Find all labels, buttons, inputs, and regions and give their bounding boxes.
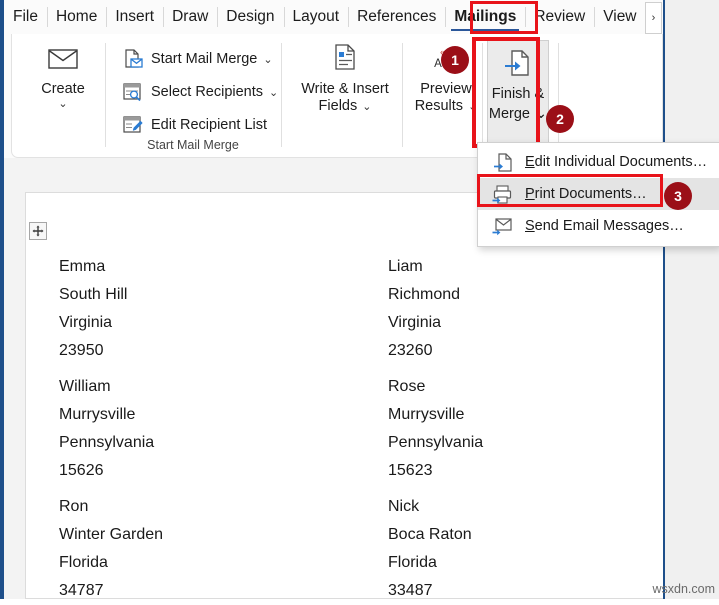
address-block: Emma South Hill Virginia 23950 bbox=[59, 253, 127, 365]
tab-label: Insert bbox=[115, 8, 155, 25]
address-state: Pennsylvania bbox=[388, 434, 484, 451]
address-block: Liam Richmond Virginia 23260 bbox=[388, 253, 460, 365]
address-name: Rose bbox=[388, 378, 426, 395]
tab-layout[interactable]: Layout bbox=[283, 0, 349, 34]
write-insert-fields-button[interactable]: Write & Insert Fields ⌄ bbox=[289, 44, 401, 115]
finish-merge-highlight-box bbox=[472, 37, 540, 148]
tab-label: Draw bbox=[172, 8, 209, 25]
menu-item-label: Edit Individual Documents… bbox=[525, 154, 708, 170]
ribbon-content-area: Create ⌄ Start Mail Merge ⌄ Select Recip… bbox=[11, 34, 663, 158]
address-name: Liam bbox=[388, 258, 423, 275]
address-state: Virginia bbox=[388, 314, 442, 331]
create-label: Create bbox=[41, 81, 85, 97]
tab-label: Home bbox=[55, 8, 98, 25]
write-insert-fields-label-line2: Fields ⌄ bbox=[318, 98, 372, 114]
start-mail-merge-button[interactable]: Start Mail Merge ⌄ bbox=[122, 45, 273, 73]
badge-number: 2 bbox=[556, 111, 564, 127]
address-zip: 23950 bbox=[59, 342, 104, 359]
address-state: Florida bbox=[59, 554, 108, 571]
address-block: Nick Boca Raton Florida 33487 bbox=[388, 493, 472, 605]
word-application-window: File Home Insert Draw Design Layout Refe… bbox=[0, 0, 719, 599]
address-city: Winter Garden bbox=[59, 526, 164, 543]
tab-label: Review bbox=[534, 8, 586, 25]
watermark: wsxdn.com bbox=[652, 582, 715, 596]
address-zip: 23260 bbox=[388, 342, 433, 359]
address-zip: 34787 bbox=[59, 582, 104, 599]
group-separator bbox=[105, 43, 106, 147]
select-recipients-label: Select Recipients bbox=[151, 84, 264, 100]
tab-home[interactable]: Home bbox=[46, 0, 106, 34]
address-zip: 15626 bbox=[59, 462, 104, 479]
start-mail-merge-icon bbox=[122, 48, 144, 70]
badge-number: 3 bbox=[674, 188, 682, 204]
address-name: Nick bbox=[388, 498, 420, 515]
tab-references[interactable]: References bbox=[348, 0, 445, 34]
address-block: William Murrysville Pennsylvania 15626 bbox=[59, 373, 154, 485]
window-right-border bbox=[663, 0, 665, 599]
badge-number: 1 bbox=[451, 52, 459, 68]
start-mail-merge-label: Start Mail Merge bbox=[151, 51, 258, 67]
address-city: Murrysville bbox=[59, 406, 136, 423]
chevron-right-glyph: › bbox=[651, 12, 656, 24]
print-documents-highlight-box bbox=[477, 174, 663, 207]
tab-view[interactable]: View bbox=[594, 0, 645, 34]
tab-label: File bbox=[13, 8, 38, 25]
preview-results-label-line2: Results ⌄ bbox=[414, 98, 478, 114]
chevron-down-icon: ⌄ bbox=[263, 53, 273, 66]
write-insert-fields-label-line1: Write & Insert bbox=[301, 81, 389, 97]
tab-design[interactable]: Design bbox=[217, 0, 283, 34]
address-state: Pennsylvania bbox=[59, 434, 155, 451]
send-email-icon bbox=[490, 215, 514, 237]
address-name: William bbox=[59, 378, 111, 395]
address-name: Emma bbox=[59, 258, 106, 275]
table-move-handle[interactable] bbox=[29, 222, 47, 240]
address-city: Murrysville bbox=[388, 406, 465, 423]
edit-recipient-list-button[interactable]: Edit Recipient List bbox=[122, 111, 267, 139]
tab-file[interactable]: File bbox=[4, 0, 47, 34]
address-zip: 33487 bbox=[388, 582, 433, 599]
group-separator bbox=[281, 43, 282, 147]
tab-draw[interactable]: Draw bbox=[163, 0, 217, 34]
ribbon-overflow-chevron-icon[interactable]: › bbox=[645, 2, 662, 34]
tab-label: References bbox=[357, 8, 437, 25]
edit-recipient-list-label: Edit Recipient List bbox=[151, 117, 268, 133]
menu-item-send-email-messages[interactable]: Send Email Messages… bbox=[478, 210, 719, 242]
create-button[interactable]: Create ⌄ bbox=[34, 48, 92, 111]
mailings-tab-highlight-box bbox=[470, 1, 538, 34]
tab-label: View bbox=[603, 8, 637, 25]
chevron-down-icon: ⌄ bbox=[58, 98, 68, 110]
chevron-down-icon: ⌄ bbox=[269, 86, 279, 99]
menu-item-label: Send Email Messages… bbox=[525, 218, 684, 234]
tab-insert[interactable]: Insert bbox=[106, 0, 163, 34]
group-separator bbox=[402, 43, 403, 147]
step-badge-1: 1 bbox=[441, 46, 469, 74]
edit-recipient-list-icon bbox=[122, 114, 144, 136]
chevron-down-icon: ⌄ bbox=[362, 101, 372, 113]
address-block: Rose Murrysville Pennsylvania 15623 bbox=[388, 373, 483, 485]
step-badge-3: 3 bbox=[664, 182, 692, 210]
tab-label: Design bbox=[226, 8, 275, 25]
write-insert-fields-icon bbox=[334, 44, 356, 75]
address-name: Ron bbox=[59, 498, 89, 515]
edit-documents-icon bbox=[490, 151, 514, 173]
ribbon-tab-strip: File Home Insert Draw Design Layout Refe… bbox=[4, 0, 663, 34]
address-city: Richmond bbox=[388, 286, 461, 303]
step-badge-2: 2 bbox=[546, 105, 574, 133]
envelope-icon bbox=[48, 48, 78, 75]
tab-label: Layout bbox=[292, 8, 340, 25]
start-mail-merge-group-label: Start Mail Merge bbox=[147, 138, 239, 152]
outside-window-background bbox=[665, 0, 719, 599]
address-state: Florida bbox=[388, 554, 437, 571]
address-city: Boca Raton bbox=[388, 526, 472, 543]
preview-results-label-line1: Preview bbox=[420, 81, 472, 97]
address-state: Virginia bbox=[59, 314, 113, 331]
address-zip: 15623 bbox=[388, 462, 433, 479]
address-block: Ron Winter Garden Florida 34787 bbox=[59, 493, 163, 605]
address-city: South Hill bbox=[59, 286, 128, 303]
select-recipients-icon bbox=[122, 81, 144, 103]
select-recipients-button[interactable]: Select Recipients ⌄ bbox=[122, 78, 278, 106]
